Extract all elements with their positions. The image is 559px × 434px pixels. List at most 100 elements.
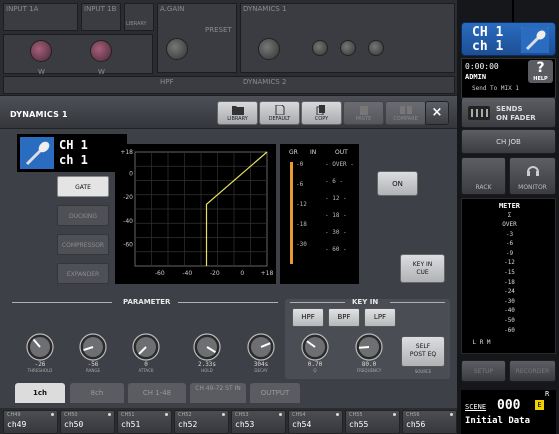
channel-name: ch55 — [349, 420, 369, 429]
type-button-gate[interactable]: GATE — [57, 176, 109, 197]
master-meter-panel[interactable]: METER Σ OVER -3 -6 -9 -12 -15 -18 -24 -30 -40 -50 -… — [461, 198, 556, 354]
monitor-label: MONITOR — [518, 184, 547, 191]
parameter-header-line — [12, 302, 112, 303]
rack-button[interactable]: RACK — [461, 157, 506, 195]
meter-scale-label: -18 — [504, 278, 515, 286]
scene-display[interactable]: SCENE 000 E R Initial Data — [461, 390, 556, 434]
key-in-knob-q[interactable] — [301, 333, 329, 361]
param-value: -56 — [87, 361, 99, 368]
channel-select-ch49[interactable]: CH49 ch49 — [3, 410, 58, 434]
key-in-cue-button[interactable]: KEY IN CUE — [400, 254, 445, 283]
io-scale-label: - 60 - — [325, 246, 347, 253]
parameter-header: PARAMETER — [123, 298, 171, 306]
channel-select-ch56[interactable]: CH56 ch56 — [402, 410, 457, 434]
channel-number: CH50 — [64, 412, 78, 418]
key-in-source-button[interactable]: SELF POST EQ — [401, 336, 445, 367]
paste-button[interactable]: PASTE — [343, 101, 384, 125]
sends-label: SENDS — [496, 105, 523, 113]
lpf-button[interactable]: LPF — [364, 308, 396, 327]
key-in-knob-frequency[interactable] — [355, 333, 383, 361]
graph-y-tick-label: -60 — [123, 242, 133, 249]
paste-label: PASTE — [355, 116, 372, 122]
param-knob-attack[interactable] — [132, 333, 160, 361]
param-knob-hold[interactable] — [193, 333, 221, 361]
gr-in-out-meter: GR IN OUT -0 -6 -12 -18 -30 - OVER - - 6 - - 12 - -… — [280, 144, 359, 284]
channel-name: ch56 — [406, 420, 426, 429]
user-name: ADMIN — [465, 73, 487, 81]
bg-label: DYNAMICS 1 — [243, 5, 287, 13]
bg-label: INPUT 1B — [84, 5, 117, 13]
default-label: DEFAULT — [268, 116, 291, 122]
param-label: RANGE — [86, 368, 100, 373]
compare-icon — [400, 106, 412, 114]
key-in-cue-line2: CUE — [416, 269, 429, 276]
dynamics-on-button[interactable]: ON — [377, 171, 418, 196]
tab-8ch[interactable]: 8ch — [70, 383, 124, 403]
graph-y-tick-label: 0 — [129, 170, 133, 177]
recorder-button[interactable]: RECORDER — [509, 360, 556, 382]
bg-label: INPUT 1A — [6, 5, 39, 13]
channel-select-ch50[interactable]: CH50 ch50 — [60, 410, 115, 434]
bg-knob-icon — [90, 40, 112, 62]
gr-scale-label: -6 — [296, 181, 304, 188]
param-value: -26 — [34, 361, 46, 368]
channel-select-ch54[interactable]: CH54 ch54 — [288, 410, 343, 434]
channel-select-ch51[interactable]: CH51 ch51 — [117, 410, 172, 434]
tab-ch-49-72-st-in[interactable]: CH 49-72 ST IN — [190, 383, 246, 403]
bg-lower-cell — [3, 76, 455, 94]
background-channel-view: INPUT 1A INPUT 1B LIBRARY A.GAIN PRESET … — [0, 0, 457, 95]
dialog-channel-name: ch 1 — [59, 153, 88, 167]
key-in-cue-line1: KEY IN — [412, 261, 433, 268]
channel-select-ch52[interactable]: CH52 ch52 — [174, 410, 229, 434]
channel-number: CH53 — [235, 412, 249, 418]
bg-label: LIBRARY — [126, 21, 147, 27]
gr-meter-bar — [290, 162, 293, 264]
sends-on-fader-button[interactable]: SENDS ON FADER — [461, 97, 556, 128]
tab-1ch[interactable]: 1ch — [15, 383, 65, 403]
default-button[interactable]: DEFAULT — [259, 101, 300, 125]
bg-knob-icon — [340, 40, 356, 56]
library-button[interactable]: LIBRARY — [217, 101, 258, 125]
param-knob-threshold[interactable] — [26, 333, 54, 361]
meter-head-label: IN — [310, 149, 316, 156]
channel-number: CH55 — [349, 412, 363, 418]
dialog-channel-number: CH 1 — [59, 138, 88, 152]
meter-scale-label: -40 — [504, 307, 515, 315]
meter-title: METER — [498, 202, 521, 210]
scene-edit-icon: E — [535, 400, 544, 410]
channel-select-ch55[interactable]: CH55 ch55 — [345, 410, 400, 434]
tab-ch-1-48[interactable]: CH 1-48 — [128, 383, 186, 403]
bpf-button[interactable]: BPF — [328, 308, 360, 327]
compare-button[interactable]: COMPARE — [385, 101, 426, 125]
param-value: 2.33s — [197, 361, 217, 368]
ch-job-button[interactable]: CH JOB — [461, 129, 556, 154]
setup-button[interactable]: SETUP — [461, 360, 506, 382]
tab-output[interactable]: OUTPUT — [250, 383, 300, 403]
key-in-label: Q — [313, 368, 317, 373]
meter-sigma: Σ — [507, 212, 512, 219]
meter-head-label: GR — [289, 149, 298, 156]
channel-number: CH51 — [121, 412, 135, 418]
close-button[interactable]: × — [425, 101, 449, 125]
key-in-header: KEY IN — [352, 298, 379, 306]
param-knob-decay[interactable] — [247, 333, 275, 361]
param-value: 0 — [144, 361, 148, 368]
hpf-button[interactable]: HPF — [292, 308, 324, 327]
scene-name: Initial Data — [465, 416, 531, 426]
help-button[interactable]: ? HELP — [528, 60, 553, 83]
document-icon — [275, 105, 285, 115]
io-scale-label: - 30 - — [325, 229, 347, 236]
type-button-compressor[interactable]: COMPRESSOR — [57, 234, 109, 255]
post-eq-label: POST EQ — [409, 351, 437, 358]
monitor-button[interactable]: MONITOR — [509, 157, 556, 195]
channel-select-ch53[interactable]: CH53 ch53 — [231, 410, 286, 434]
copy-button[interactable]: COPY — [301, 101, 342, 125]
channel-indicator-icon — [393, 413, 396, 416]
param-knob-range[interactable] — [79, 333, 107, 361]
type-button-ducking[interactable]: DUCKING — [57, 205, 109, 226]
param-label: ATTACK — [138, 368, 154, 373]
bg-knob-icon — [166, 38, 188, 60]
bg-gain-cell — [157, 3, 237, 73]
selected-channel-button[interactable]: CH 1 ch 1 — [461, 22, 556, 56]
type-button-expander[interactable]: EXPANDER — [57, 263, 109, 284]
